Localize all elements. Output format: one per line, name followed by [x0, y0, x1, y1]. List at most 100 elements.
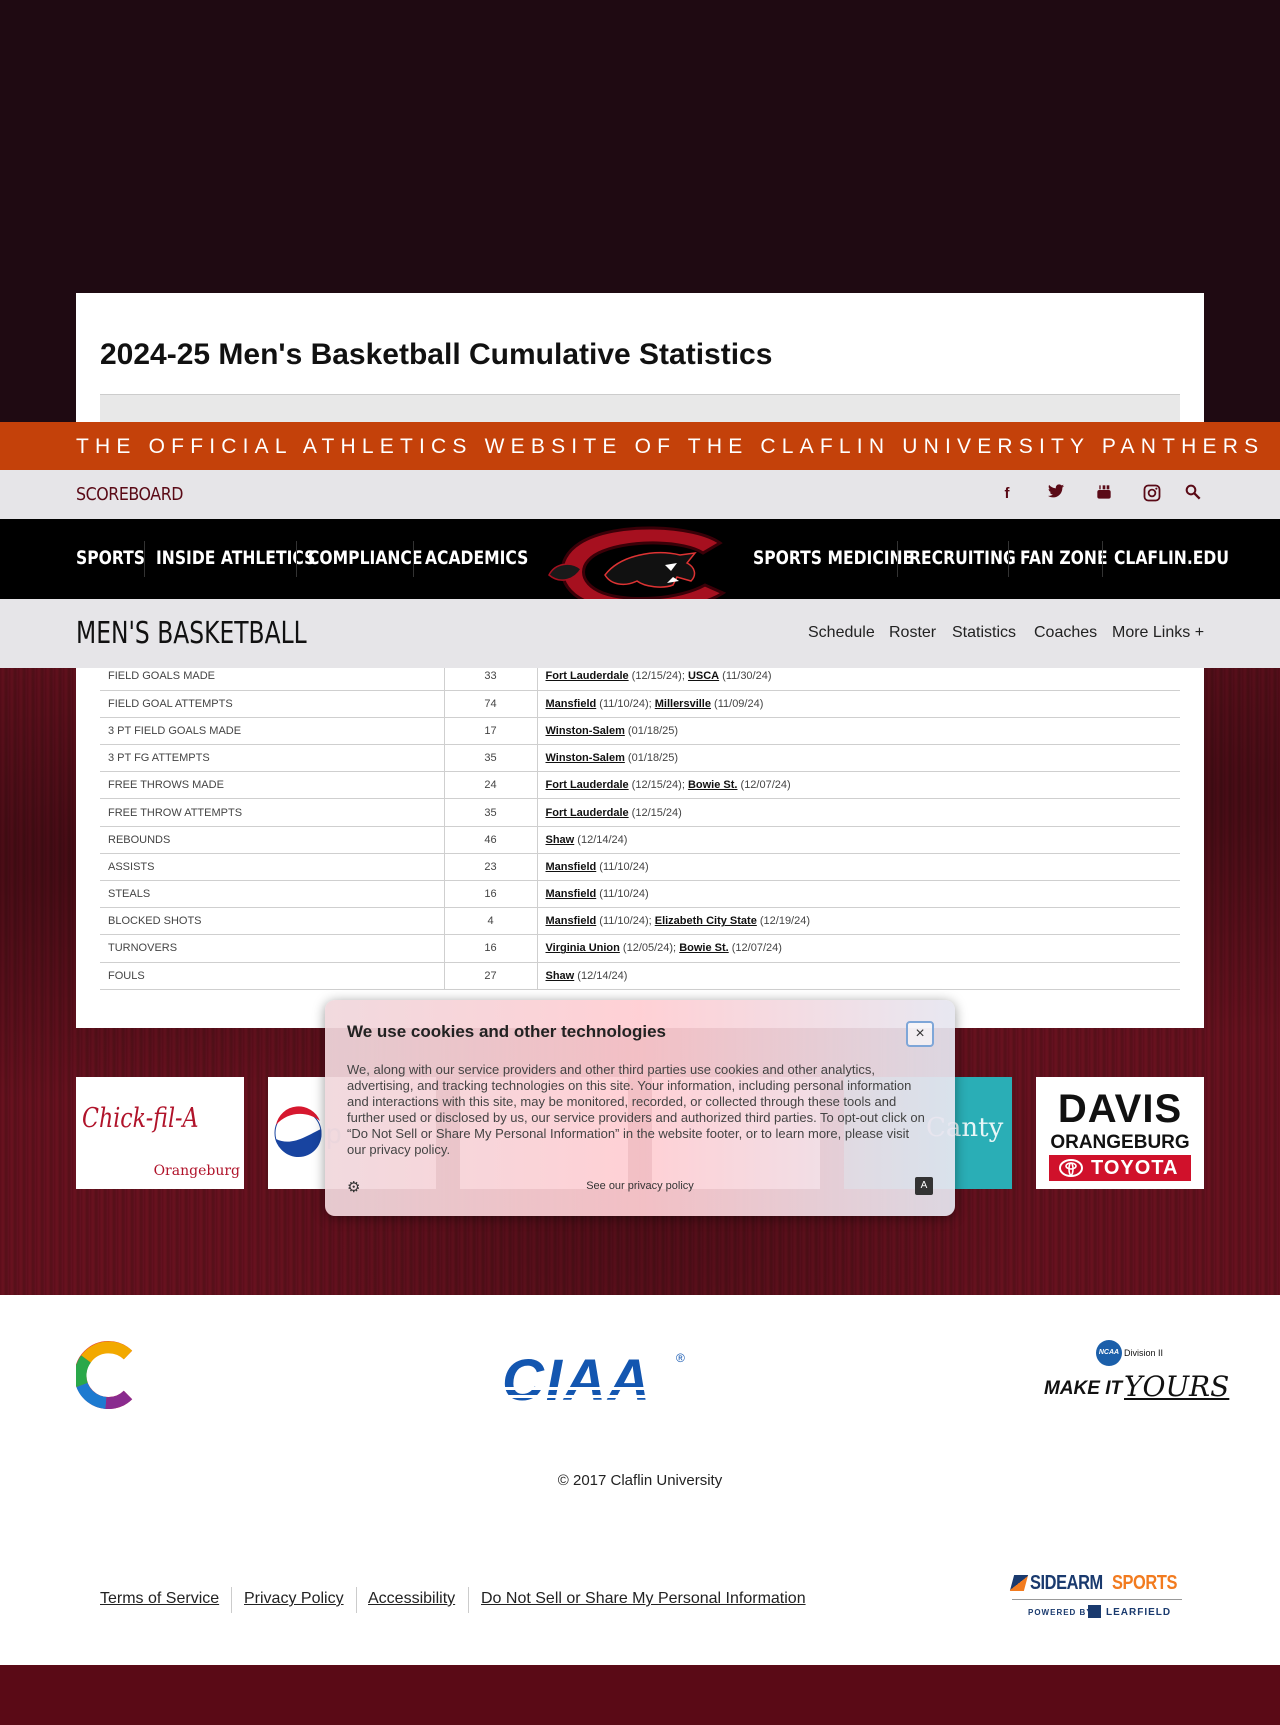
opponent-link[interactable]: Winston-Salem: [546, 725, 625, 737]
game-date: (11/09/24): [711, 697, 764, 710]
twitter-icon[interactable]: [1046, 484, 1066, 504]
game-date: (12/14/24): [574, 833, 628, 846]
opponent-link[interactable]: Fort Lauderdale: [546, 779, 629, 791]
copyright: © 2017 Claflin University: [557, 1472, 723, 1489]
opponent-link[interactable]: Fort Lauderdale: [546, 807, 629, 819]
sponsor-chickfila[interactable]: Chick-fil-A Orangeburg: [76, 1077, 244, 1189]
sidearm-text-b: SPORTS: [1112, 1572, 1177, 1594]
stat-label: FOULS: [100, 962, 445, 990]
opponent-link[interactable]: Winston-Salem: [546, 752, 625, 764]
privacy-policy-footer-link[interactable]: Privacy Policy: [244, 1590, 344, 1608]
ciaa-stripe: [502, 1395, 672, 1398]
page-title: 2024-25 Men's Basketball Cumulative Stat…: [100, 338, 773, 371]
cookie-body: We, along with our service providers and…: [347, 1062, 925, 1157]
sport-link-schedule[interactable]: Schedule: [808, 624, 875, 642]
opponent-link[interactable]: Mansfield: [546, 698, 597, 710]
game-date: (12/19/24): [756, 915, 811, 928]
language-icon[interactable]: A: [915, 1177, 933, 1195]
opponent-link[interactable]: Bowie St.: [679, 942, 729, 954]
game-date: (11/10/24): [596, 888, 649, 901]
stat-value: 4: [444, 907, 538, 936]
terms-of-service-link[interactable]: Terms of Service: [100, 1590, 219, 1608]
opponent-link[interactable]: Shaw: [546, 834, 575, 846]
close-icon[interactable]: ×: [906, 1021, 934, 1047]
nav-sports-medicine[interactable]: SPORTS MEDICINE: [753, 547, 913, 569]
banner-text: THE OFFICIAL ATHLETICS WEBSITE OF THE CL…: [76, 435, 1265, 458]
stat-games: Mansfield (11/10/24); Millersville (11/0…: [537, 690, 1180, 718]
facebook-icon[interactable]: f: [997, 484, 1017, 504]
nav-academics[interactable]: ACADEMICS: [425, 547, 528, 569]
opponent-link[interactable]: Mansfield: [546, 861, 597, 873]
scoreboard-link[interactable]: SCOREBOARD: [76, 484, 183, 505]
game-date: (12/07/24): [737, 779, 791, 792]
stat-label: STEALS: [100, 880, 445, 909]
sport-link-statistics[interactable]: Statistics: [952, 624, 1016, 642]
nav-recruiting[interactable]: RECRUITING: [909, 547, 1016, 569]
opponent-link[interactable]: Mansfield: [546, 915, 597, 927]
davis-logo-line3: TOYOTA: [1091, 1157, 1179, 1179]
stat-value: 35: [444, 798, 538, 827]
sport-link-coaches[interactable]: Coaches: [1034, 624, 1097, 642]
table-row: ASSISTS 23 Mansfield (11/10/24): [100, 853, 1180, 882]
stat-games: Fort Lauderdale (12/15/24); Bowie St. (1…: [537, 771, 1180, 800]
stat-label: 3 PT FG ATTEMPTS: [100, 744, 445, 773]
table-row: FREE THROW ATTEMPTS 35 Fort Lauderdale (12…: [100, 798, 1180, 827]
do-not-sell-link[interactable]: Do Not Sell or Share My Personal Informa…: [481, 1590, 806, 1608]
opponent-link[interactable]: Shaw: [546, 970, 575, 982]
instagram-icon[interactable]: [1142, 484, 1162, 504]
stat-label: FREE THROWS MADE: [100, 771, 445, 800]
stat-label: 3 PT FIELD GOALS MADE: [100, 717, 445, 746]
ncaa-logo[interactable]: NCAA Division II MAKE IT YOURS: [1040, 1340, 1229, 1406]
table-row: FIELD GOAL ATTEMPTS 74 Mansfield (11/10/24…: [100, 690, 1180, 718]
stat-games: Winston-Salem (01/18/25): [537, 717, 1180, 746]
nav-compliance[interactable]: COMPLIANCE: [308, 547, 423, 569]
sport-link-roster[interactable]: Roster: [889, 624, 936, 642]
stat-games: Winston-Salem (01/18/25): [537, 744, 1180, 773]
ciaa-logo[interactable]: CIAA ®: [502, 1351, 690, 1411]
davis-logo-line2: ORANGEBURG: [1050, 1132, 1190, 1153]
nav-claflin-edu[interactable]: CLAFLIN.EDU: [1114, 547, 1229, 569]
game-date: (01/18/25): [624, 752, 679, 765]
nav-divider: [897, 541, 898, 577]
table-row: 3 PT FIELD GOALS MADE 17 Winston-Salem (01…: [100, 717, 1180, 746]
stat-label: BLOCKED SHOTS: [100, 907, 445, 936]
bottom-bar: [0, 1665, 1280, 1725]
opponent-link[interactable]: Virginia Union: [546, 942, 620, 954]
game-date: (11/10/24);: [596, 915, 655, 928]
opponent-link[interactable]: USCA: [688, 670, 719, 682]
stat-value: 16: [444, 934, 538, 963]
game-date: (12/07/24): [728, 942, 782, 955]
youtube-icon[interactable]: [1094, 484, 1114, 504]
search-icon[interactable]: [1183, 484, 1203, 504]
table-row: FREE THROWS MADE 24 Fort Lauderdale (12/15…: [100, 771, 1180, 800]
learfield-text: LEARFIELD: [1106, 1607, 1172, 1618]
stat-value: 17: [444, 717, 538, 746]
game-date: (12/15/24): [628, 806, 682, 819]
sport-link-more-links[interactable]: More Links +: [1112, 624, 1204, 642]
opponent-link[interactable]: Bowie St.: [688, 779, 738, 791]
privacy-policy-link[interactable]: See our privacy policy: [325, 1180, 955, 1192]
nav-divider: [1008, 541, 1009, 577]
nav-inside-athletics[interactable]: INSIDE ATHLETICS: [156, 547, 315, 569]
powered-by-text: POWERED BY: [1028, 1608, 1093, 1617]
footer-divider: [356, 1587, 357, 1613]
cookie-consent-dialog: We use cookies and other technologies × …: [325, 1000, 955, 1216]
opponent-link[interactable]: Millersville: [655, 698, 711, 710]
sidearm-sports-logo[interactable]: SIDEARM SPORTS POWERED BY LEARFIELD: [1009, 1572, 1182, 1624]
learfield-icon: [1088, 1605, 1101, 1618]
table-row: REBOUNDS 46 Shaw (12/14/24): [100, 826, 1180, 854]
opponent-link[interactable]: Fort Lauderdale: [546, 670, 629, 682]
table-row: TURNOVERS 16 Virginia Union (12/05/24); Bo…: [100, 934, 1180, 963]
accessibility-link[interactable]: Accessibility: [368, 1590, 455, 1608]
opponent-link[interactable]: Mansfield: [546, 888, 597, 900]
conference-c-logo[interactable]: [76, 1341, 136, 1409]
opponent-link[interactable]: Elizabeth City State: [655, 915, 757, 927]
ncaa-slogan-b: YOURS: [1124, 1370, 1230, 1403]
nav-fan-zone[interactable]: FAN ZONE: [1020, 547, 1108, 569]
footer-divider: [468, 1587, 469, 1613]
sport-bar: MEN'S BASKETBALL Schedule Roster Statist…: [0, 599, 1280, 668]
nav-sports[interactable]: SPORTS: [76, 547, 145, 569]
game-highs-table: FIELD GOALS MADE 33 Fort Lauderdale (12/15…: [100, 663, 1180, 990]
stat-label: REBOUNDS: [100, 826, 445, 854]
sponsor-davis-toyota[interactable]: DAVIS ORANGEBURG TOYOTA: [1036, 1077, 1204, 1189]
